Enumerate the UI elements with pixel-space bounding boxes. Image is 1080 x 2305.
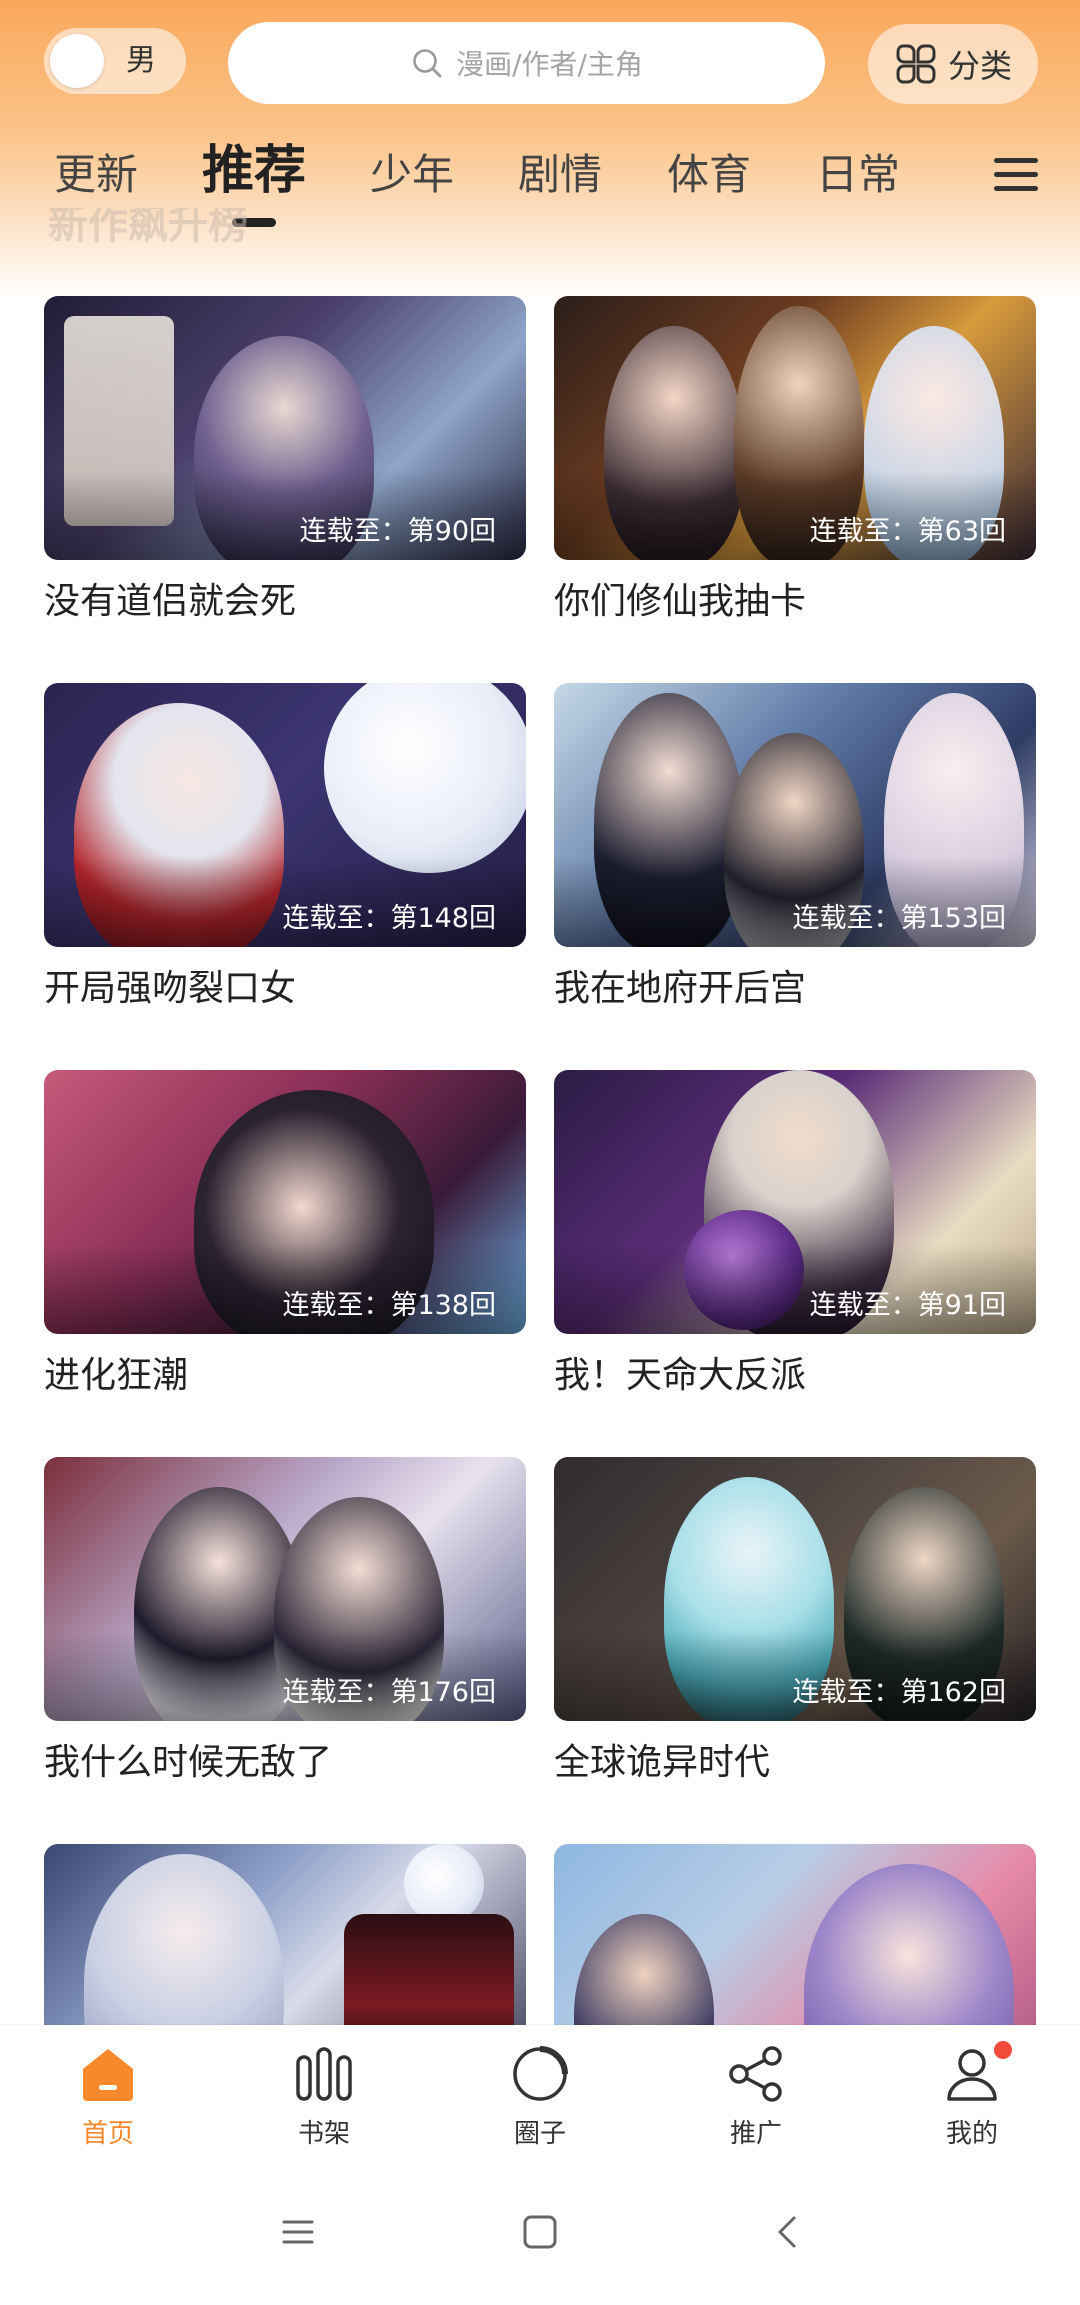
comic-card[interactable]: 连载至：第162回 全球诡异时代 <box>554 1457 1036 1789</box>
category-button[interactable]: 分类 <box>868 24 1038 104</box>
nav-label: 首页 <box>81 2119 134 2149</box>
tab-recommend[interactable]: 推荐 <box>202 136 306 206</box>
bookshelf-icon <box>296 2047 352 2101</box>
nav-label: 圈子 <box>513 2119 566 2149</box>
tab-drama[interactable]: 剧情 <box>518 140 602 210</box>
category-label: 分类 <box>947 47 1012 85</box>
nav-label: 我的 <box>945 2119 998 2149</box>
nav-promote[interactable]: 推广 <box>686 2043 826 2150</box>
comic-cover[interactable]: 连载至：第153回 <box>554 683 1036 947</box>
tab-daily[interactable]: 日常 <box>816 140 900 210</box>
comic-cover[interactable]: 连载至：第90回 <box>44 296 526 560</box>
section-title-peek: 新作飙升榜 <box>48 208 248 248</box>
system-navigation-bar <box>0 2170 1080 2305</box>
chapter-badge: 连载至：第91回 <box>809 1290 1006 1321</box>
chapter-badge: 连载至：第63回 <box>809 516 1006 547</box>
chapter-badge: 连载至：第138回 <box>282 1290 496 1321</box>
comic-cover[interactable]: 连载至：第148回 <box>44 683 526 947</box>
nav-bookshelf[interactable]: 书架 <box>254 2043 394 2150</box>
chapter-badge: 连载至：第148回 <box>282 903 496 934</box>
comic-title[interactable]: 你们修仙我抽卡 <box>554 576 1036 628</box>
menu-icon[interactable] <box>992 154 1040 196</box>
chapter-badge: 连载至：第176回 <box>282 1677 496 1708</box>
comic-cover[interactable]: 连载至：第91回 <box>554 1070 1036 1334</box>
cover-moon <box>324 683 526 873</box>
comic-title[interactable]: 开局强吻裂口女 <box>44 963 526 1015</box>
nav-label: 书架 <box>297 2119 350 2149</box>
comic-card[interactable]: 连载至：第91回 我！天命大反派 <box>554 1070 1036 1402</box>
toggle-knob <box>50 34 104 88</box>
recent-apps-icon[interactable] <box>274 2208 322 2256</box>
share-icon <box>729 2046 782 2102</box>
nav-profile[interactable]: 我的 <box>902 2041 1042 2150</box>
comic-card[interactable]: 连载至：第90回 没有道侣就会死 <box>44 296 526 628</box>
comic-card[interactable]: 连载至：第153回 我在地府开后宫 <box>554 683 1036 1015</box>
cover-moon <box>404 1844 484 1924</box>
chapter-badge: 连载至：第162回 <box>792 1677 1006 1708</box>
tab-update[interactable]: 更新 <box>54 140 138 210</box>
chapter-badge: 连载至：第153回 <box>792 903 1006 934</box>
search-icon <box>413 49 442 78</box>
comic-title[interactable]: 全球诡异时代 <box>554 1737 1036 1789</box>
comic-cover[interactable]: 连载至：第162回 <box>554 1457 1036 1721</box>
tab-shonen[interactable]: 少年 <box>370 140 454 210</box>
comic-title[interactable]: 我！天命大反派 <box>554 1350 1036 1402</box>
comic-card[interactable]: 连载至：第63回 你们修仙我抽卡 <box>554 296 1036 628</box>
comic-title[interactable]: 我在地府开后宫 <box>554 963 1036 1015</box>
circle-icon <box>513 2046 568 2101</box>
nav-home[interactable]: 首页 <box>38 2043 178 2150</box>
comic-title[interactable]: 没有道侣就会死 <box>44 576 526 628</box>
comic-cover[interactable]: 连载至：第138回 <box>44 1070 526 1334</box>
comic-card[interactable]: 连载至：第176回 我什么时候无敌了 <box>44 1457 526 1789</box>
bottom-navigation: 首页 书架 圈子 推广 我的 <box>0 2025 1080 2170</box>
gender-label: 男 <box>126 43 156 78</box>
category-grid-icon <box>896 44 936 84</box>
search-bar[interactable]: 漫画/作者/主角 <box>228 22 825 104</box>
home-button-icon[interactable] <box>516 2208 564 2256</box>
comic-card[interactable]: 连载至：第138回 进化狂潮 <box>44 1070 526 1402</box>
tab-sports[interactable]: 体育 <box>667 140 751 210</box>
notification-dot <box>994 2041 1012 2059</box>
nav-label: 推广 <box>729 2119 782 2149</box>
back-icon[interactable] <box>764 2208 812 2256</box>
gender-toggle[interactable]: 男 <box>44 28 186 94</box>
comic-title[interactable]: 进化狂潮 <box>44 1350 526 1402</box>
comic-card[interactable]: 连载至：第148回 开局强吻裂口女 <box>44 683 526 1015</box>
chapter-badge: 连载至：第90回 <box>299 516 496 547</box>
nav-circle[interactable]: 圈子 <box>470 2043 610 2150</box>
comic-cover[interactable]: 连载至：第63回 <box>554 296 1036 560</box>
comic-cover[interactable]: 连载至：第176回 <box>44 1457 526 1721</box>
search-placeholder: 漫画/作者/主角 <box>456 48 643 81</box>
comic-title[interactable]: 我什么时候无敌了 <box>44 1737 526 1789</box>
home-icon <box>83 2049 133 2101</box>
